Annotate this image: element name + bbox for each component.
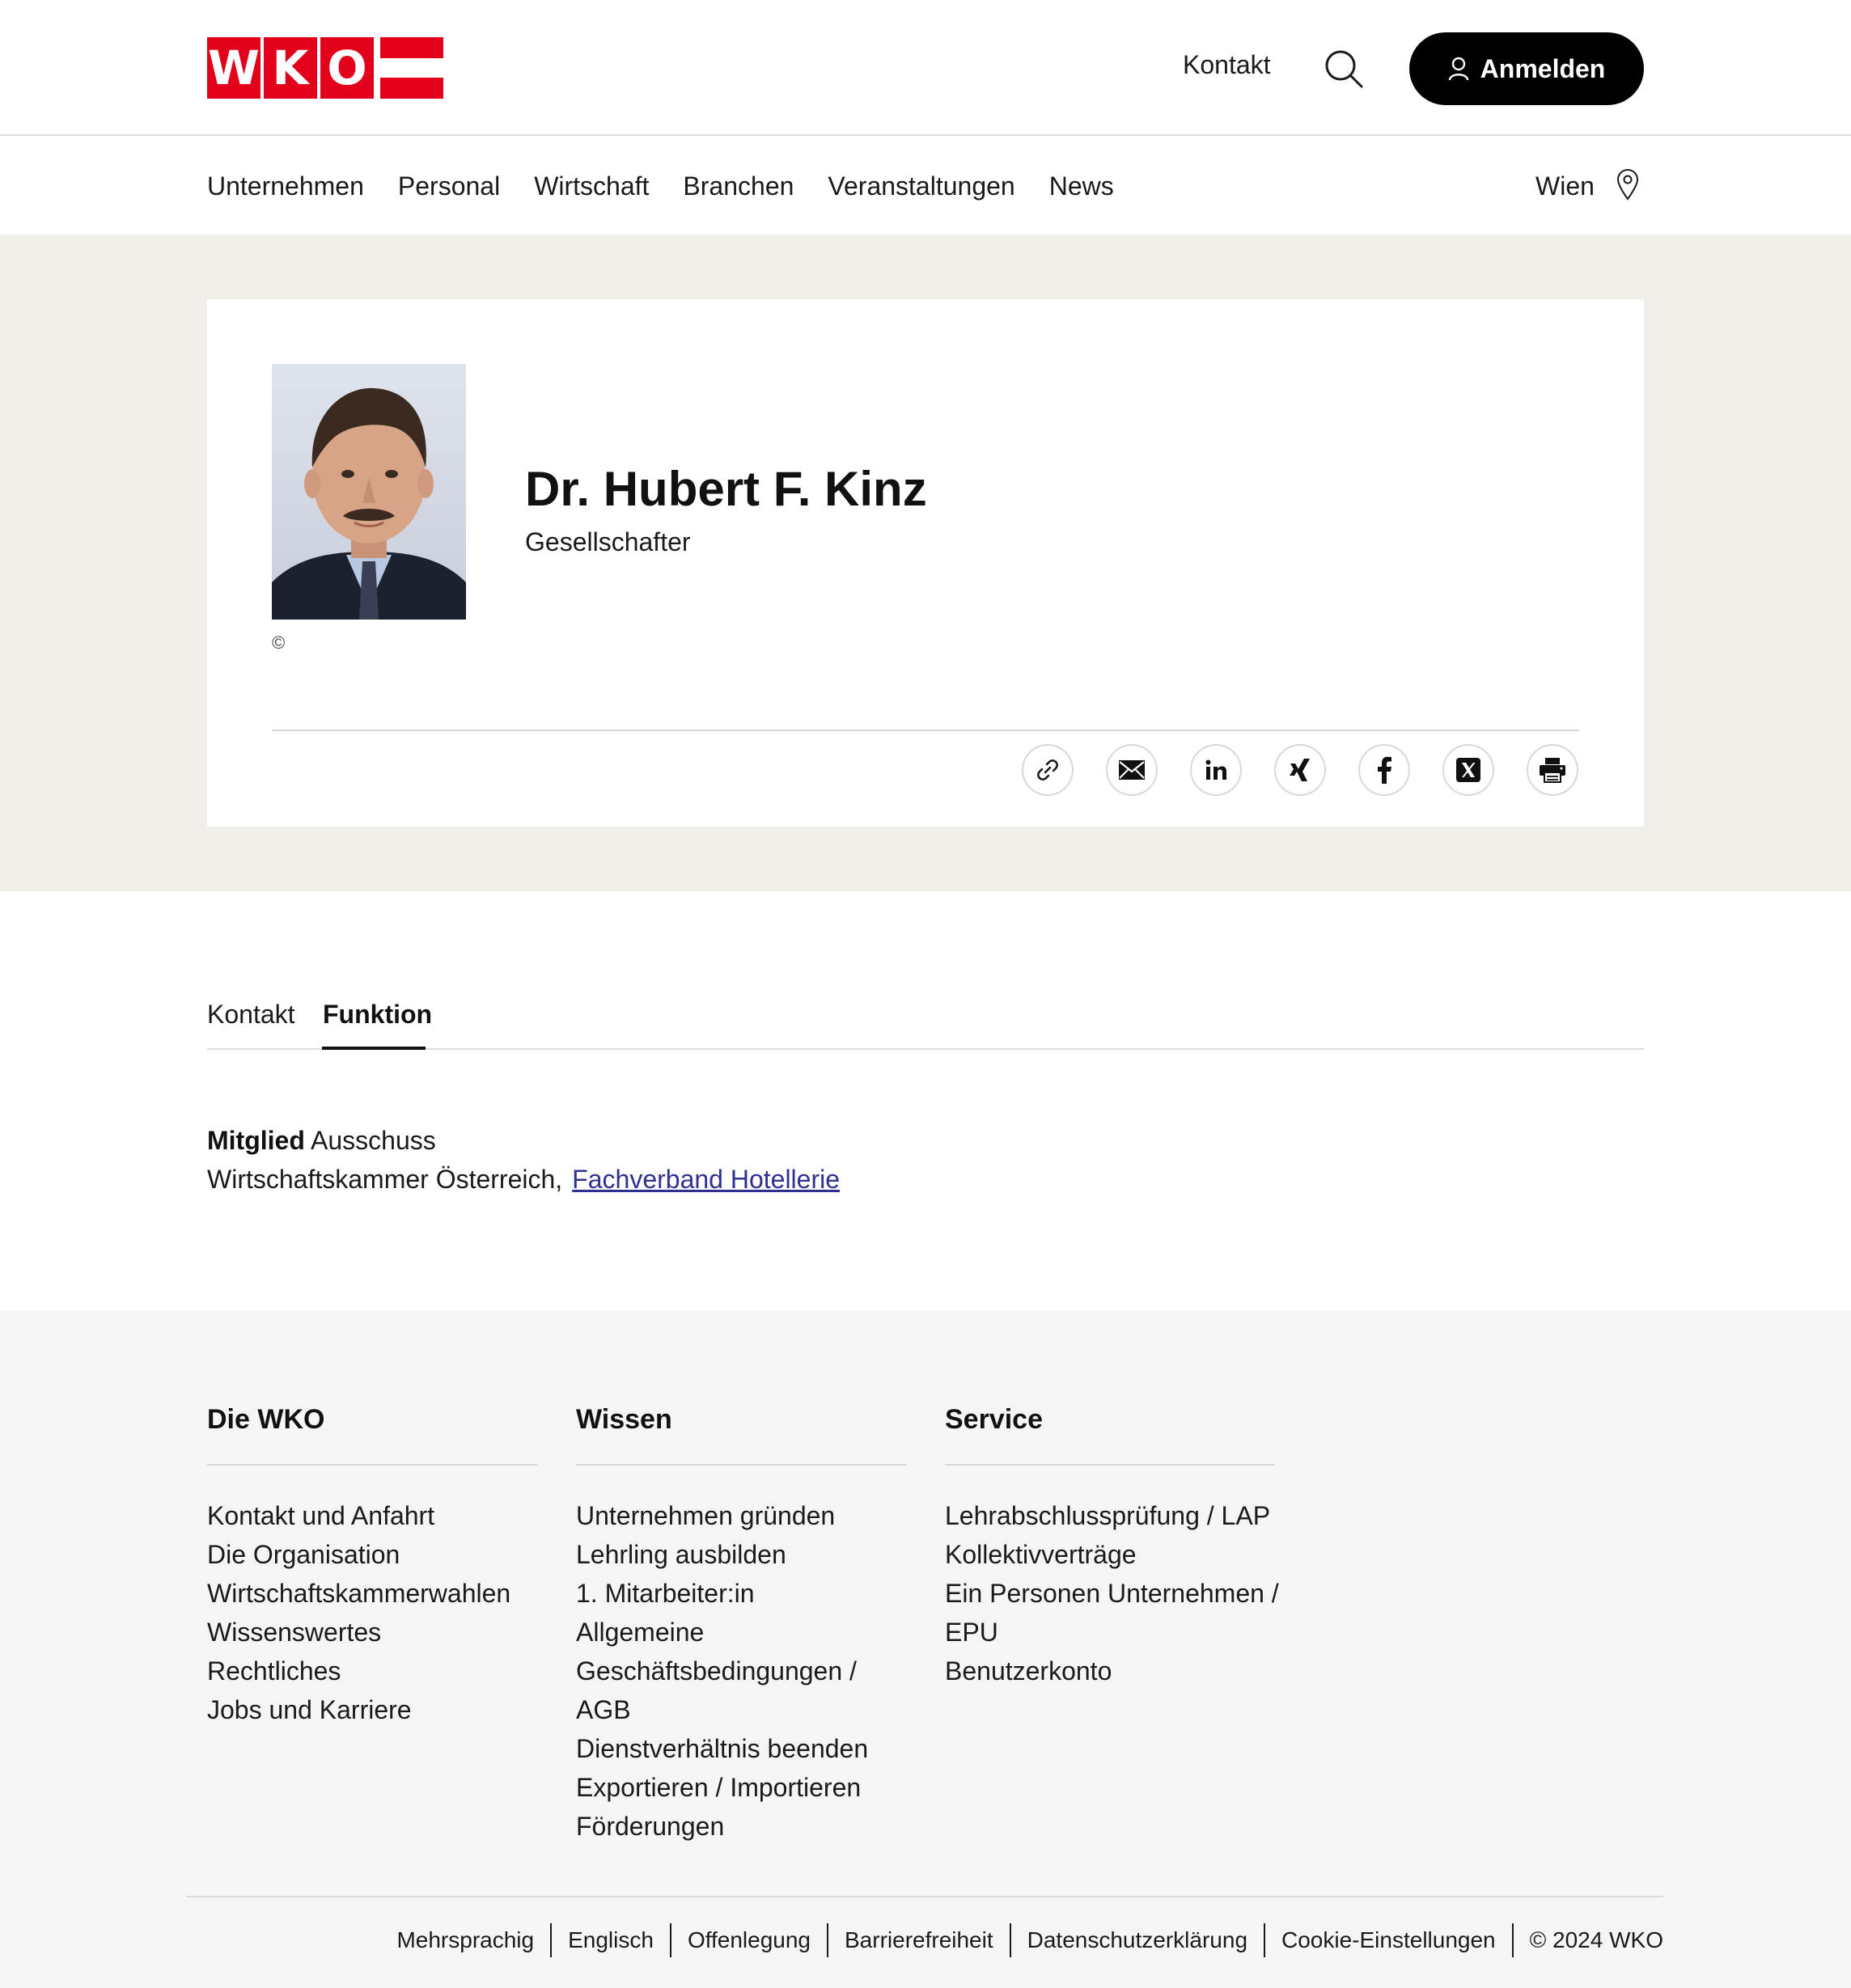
footer-link[interactable]: Kollektivverträge [945, 1535, 1285, 1574]
share-facebook-button[interactable] [1358, 744, 1410, 796]
logo-letter-o: O [320, 37, 374, 99]
profile-hero: © Dr. Hubert F. Kinz Gesellschafter [0, 235, 1851, 891]
profile-tabs: Kontakt Funktion [207, 1000, 1644, 1050]
function-details: Mitglied Ausschuss Wirtschaftskammer Öst… [207, 1121, 840, 1199]
legal-link-datenschutz[interactable]: Datenschutzerklärung [1011, 1923, 1266, 1957]
legal-link-englisch[interactable]: Englisch [552, 1923, 671, 1957]
logo-letter-k: K [264, 37, 317, 99]
user-icon [1448, 57, 1468, 81]
person-role: Gesellschafter [525, 527, 691, 556]
logo-letter-w: W [207, 37, 260, 99]
card-divider [272, 730, 1579, 731]
nav-item-branchen[interactable]: Branchen [683, 171, 794, 201]
print-icon [1540, 758, 1565, 783]
footer-link[interactable]: Wissenswertes [207, 1613, 537, 1652]
header-contact-link[interactable]: Kontakt [1183, 50, 1271, 80]
footer-link[interactable]: Dienstverhältnis beenden [576, 1729, 883, 1768]
footer-link[interactable]: Ein Personen Unternehmen / EPU [945, 1574, 1285, 1652]
link-icon [1037, 759, 1058, 780]
function-org: Wirtschaftskammer Österreich, [207, 1165, 563, 1194]
footer-link[interactable]: Jobs und Karriere [207, 1690, 537, 1729]
footer-link[interactable]: Kontakt und Anfahrt [207, 1496, 537, 1535]
search-icon[interactable] [1324, 49, 1364, 89]
function-line-2: Wirtschaftskammer Österreich, Fachverband… [207, 1160, 840, 1199]
profile-photo [272, 364, 466, 620]
site-header: W K O Kontakt Anmelden [0, 0, 1851, 136]
share-mail-button[interactable] [1106, 744, 1158, 796]
legal-link-cookie-einstellungen[interactable]: Cookie-Einstellungen [1265, 1923, 1514, 1957]
footer-link[interactable]: Wirtschaftskammerwahlen [207, 1574, 537, 1613]
nav-item-wirtschaft[interactable]: Wirtschaft [534, 171, 649, 201]
login-button[interactable]: Anmelden [1409, 32, 1644, 105]
legal-link-mehrsprachig[interactable]: Mehrsprachig [380, 1923, 553, 1957]
tab-kontakt[interactable]: Kontakt [207, 1000, 295, 1030]
function-line-1: Mitglied Ausschuss [207, 1121, 840, 1160]
function-committee: Ausschuss [311, 1126, 436, 1155]
location-pin-icon[interactable] [1615, 168, 1641, 201]
legal-link-barrierefreiheit[interactable]: Barrierefreiheit [828, 1923, 1011, 1957]
footer-link[interactable]: Förderungen [576, 1807, 883, 1846]
active-tab-indicator [322, 1047, 426, 1050]
linkedin-icon [1205, 759, 1226, 780]
footer-link[interactable]: Lehrabschlussprüfung / LAP [945, 1496, 1285, 1535]
share-print-button[interactable] [1527, 744, 1578, 796]
austria-flag-icon [380, 37, 443, 99]
nav-item-personal[interactable]: Personal [398, 171, 500, 201]
footer-divider [186, 1896, 1663, 1897]
xing-icon [1290, 759, 1310, 781]
footer-column-title: Die WKO [207, 1404, 537, 1466]
footer-link[interactable]: Allgemeine Geschäftsbedingungen / AGB [576, 1613, 883, 1729]
footer-column-title: Service [945, 1404, 1275, 1466]
login-label: Anmelden [1480, 53, 1606, 83]
share-linkedin-button[interactable] [1190, 744, 1242, 796]
footer-link[interactable]: Rechtliches [207, 1652, 537, 1690]
site-footer: Die WKO Kontakt und Anfahrt Die Organisa… [0, 1310, 1851, 1988]
share-x-button[interactable] [1442, 744, 1494, 796]
mail-icon [1119, 760, 1145, 780]
legal-links: Mehrsprachig Englisch Offenlegung Barrie… [380, 1923, 1663, 1957]
person-name: Dr. Hubert F. Kinz [525, 462, 927, 516]
profile-card: © Dr. Hubert F. Kinz Gesellschafter [207, 299, 1644, 827]
x-icon [1456, 758, 1480, 782]
footer-column-title: Wissen [576, 1404, 906, 1466]
footer-column-wissen: Wissen Unternehmen gründen Lehrling ausb… [576, 1404, 906, 1846]
region-selector[interactable]: Wien [1535, 171, 1595, 201]
nav-item-veranstaltungen[interactable]: Veranstaltungen [828, 171, 1014, 201]
main-navigation: Unternehmen Personal Wirtschaft Branchen… [0, 137, 1851, 235]
footer-link[interactable]: 1. Mitarbeiter:in [576, 1574, 883, 1613]
photo-copyright: © [272, 632, 286, 653]
footer-link[interactable]: Die Organisation [207, 1535, 537, 1574]
share-link-button[interactable] [1022, 744, 1074, 796]
tab-funktion[interactable]: Funktion [323, 1000, 432, 1030]
footer-link[interactable]: Exportieren / Importieren [576, 1768, 883, 1807]
legal-link-offenlegung[interactable]: Offenlegung [671, 1923, 828, 1957]
share-xing-button[interactable] [1274, 744, 1326, 796]
footer-link[interactable]: Benutzerkonto [945, 1652, 1285, 1690]
facebook-icon [1378, 756, 1391, 784]
footer-copyright: © 2024 WKO [1529, 1927, 1663, 1952]
footer-column-service: Service Lehrabschlussprüfung / LAP Kolle… [945, 1404, 1279, 1690]
function-title: Mitglied [207, 1126, 305, 1155]
footer-link[interactable]: Lehrling ausbilden [576, 1535, 883, 1574]
nav-item-unternehmen[interactable]: Unternehmen [207, 171, 364, 201]
nav-item-news[interactable]: News [1049, 171, 1114, 201]
fachverband-link[interactable]: Fachverband Hotellerie [572, 1165, 840, 1194]
footer-column-die-wko: Die WKO Kontakt und Anfahrt Die Organisa… [207, 1404, 537, 1729]
wko-logo[interactable]: W K O [207, 37, 443, 99]
footer-link[interactable]: Unternehmen gründen [576, 1496, 883, 1535]
